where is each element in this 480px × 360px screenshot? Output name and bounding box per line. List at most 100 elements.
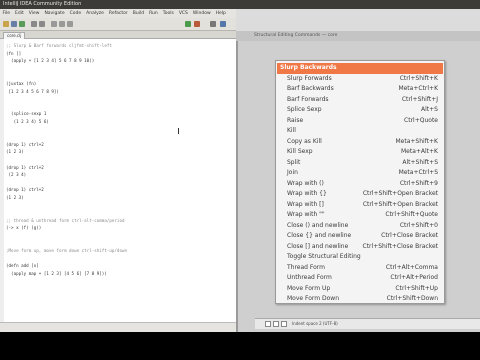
menu-item-wrap-with[interactable]: Wrap with "" Ctrl+Shift+Quote [277,210,443,221]
left-status-bar [0,322,236,332]
menu-analyze[interactable]: Analyze [86,11,104,16]
menu-item-label: Copy as Kill [287,137,322,145]
sync-icon[interactable] [19,21,25,27]
menu-item-label: Slurp Backwards [280,64,337,71]
desktop-screen: IntelliJ IDEA Community Edition File Edit… [0,0,480,332]
menu-item-label: Close () and newline [287,221,349,229]
menu-item-kill[interactable]: Kill [277,126,443,137]
menu-window[interactable]: Window [193,11,211,16]
menu-item-splice-sexp[interactable]: Splice Sexp Alt+S [277,105,443,116]
menu-item-shortcut: Ctrl+Alt+Comma [385,263,438,271]
right-window-header: Structural Editing Commands — core [236,31,480,41]
menu-item-slurp-backwards[interactable]: Slurp Backwards [277,63,443,74]
text-cursor [178,128,179,134]
layout-icon[interactable] [273,321,279,327]
menu-item-shortcut: Alt+S [421,106,438,113]
menu-item-close-and-newline[interactable]: Close [] and newline Ctrl+Shift+Close Bra… [277,242,443,253]
menu-item-label: Close [] and newline [287,242,349,250]
menu-item-close-and-newline[interactable]: Close () and newline Ctrl+Shift+0 [277,221,443,232]
menu-item-unthread-form[interactable]: Unthread Form Ctrl+Alt+Period [277,273,443,284]
panel-toggle-icon[interactable] [265,321,271,327]
window-title-bar: IntelliJ IDEA Community Edition [0,0,480,9]
paste-icon[interactable] [67,21,73,27]
menu-item-wrap-with[interactable]: Wrap with [] Ctrl+Shift+Open Bracket [277,200,443,211]
tab-label: core.clj [7,33,22,38]
menu-item-shortcut: Ctrl+Shift+0 [399,221,438,229]
menu-item-kill-sexp[interactable]: Kill Sexp Meta+Alt+K [277,147,443,158]
menu-item-wrap-with[interactable]: Wrap with () Ctrl+Shift+9 [277,179,443,190]
menu-build[interactable]: Build [133,11,144,16]
menu-vcs[interactable]: VCS [179,11,188,16]
menu-item-shortcut: Meta+Ctrl+S [398,169,438,176]
code-line: (splice-sexp 1 [6,111,47,117]
code-line: (fn [] [6,50,22,56]
menu-item-slurp-forwards[interactable]: Slurp Forwards Ctrl+Shift+K [277,74,443,85]
run-icon[interactable] [185,21,191,27]
code-line: (2 3 4) [6,172,27,178]
undo-icon[interactable] [31,21,37,27]
context-menu: Slurp Backwards Slurp Forwards Ctrl+Shift+… [275,60,445,304]
menu-edit[interactable]: Edit [15,11,24,16]
debug-icon[interactable] [194,21,200,27]
menu-item-label: Barf Backwards [287,85,334,92]
copy-icon[interactable] [59,21,65,27]
menu-item-move-form-up[interactable]: Move Form Up Ctrl+Shift+Up [277,284,443,295]
redo-icon[interactable] [39,21,45,27]
menu-view[interactable]: View [29,11,40,16]
menu-item-shortcut: Ctrl+Shift+Quote [385,211,438,218]
menu-item-label: Join [287,169,298,176]
menu-refactor[interactable]: Refactor [109,11,128,16]
menu-item-label: Move Form Down [287,295,340,302]
menu-item-label: Toggle Structural Editing [287,253,361,260]
menu-item-shortcut: Ctrl+Close Bracket [381,232,438,239]
menu-item-shortcut: Ctrl+Alt+Period [390,274,438,281]
menu-run[interactable]: Run [149,11,158,16]
menu-item-label: Wrap with {} [287,190,327,197]
menu-file[interactable]: File [3,11,11,16]
menu-tools[interactable]: Tools [163,11,174,16]
menu-item-label: Wrap with [] [287,200,324,208]
code-line: (1 2 3) [6,149,24,155]
menu-item-split[interactable]: Split Alt+Shift+S [277,158,443,169]
editor-gutter [0,39,4,322]
menu-item-shortcut: Ctrl+Shift+K [399,74,438,82]
code-line: (apply map + [1 2 3] [4 5 6] [7 8 9])) [6,271,107,276]
menu-item-label: Splice Sexp [287,106,322,113]
menu-item-shortcut: Ctrl+Shift+Open Bracket [362,200,438,208]
code-line: [1 2 3 4 5 6 7 8 9]) [6,88,59,94]
menu-item-barf-forwards[interactable]: Barf Forwards Ctrl+Shift+J [277,95,443,106]
settings-icon[interactable] [210,21,216,27]
open-icon[interactable] [3,21,9,27]
menu-item-toggle-structural-editing[interactable]: Toggle Structural Editing [277,252,443,263]
tab-core-clj[interactable]: core.clj [3,32,26,39]
menu-item-join[interactable]: Join Meta+Ctrl+S [277,168,443,179]
code-line: ;; Slurp & Barf forwards cljfmt-shift-le… [6,43,112,48]
menu-item-shortcut: Ctrl+Shift+9 [399,179,438,187]
window-title: IntelliJ IDEA Community Edition [3,1,82,7]
menu-item-move-form-down[interactable]: Move Form Down Ctrl+Shift+Down [277,294,443,305]
menu-item-shortcut: Meta+Ctrl+K [398,85,438,92]
menu-item-label: Kill Sexp [287,148,313,155]
menu-item-raise[interactable]: Raise Ctrl+Quote [277,116,443,127]
menu-navigate[interactable]: Navigate [44,11,64,16]
save-icon[interactable] [11,21,17,27]
menu-item-thread-form[interactable]: Thread Form Ctrl+Alt+Comma [277,263,443,274]
menu-item-shortcut: Meta+Alt+K [400,148,438,155]
menu-item-copy-as-kill[interactable]: Copy as Kill Meta+Shift+K [277,137,443,148]
bottom-status-bar: Indent space 2 (UTF-8) [255,318,480,329]
menu-item-wrap-with[interactable]: Wrap with {} Ctrl+Shift+Open Bracket [277,189,443,200]
split-icon[interactable] [281,321,287,327]
menu-item-barf-backwards[interactable]: Barf Backwards Meta+Ctrl+K [277,84,443,95]
code-line: (apply + [1 2 3 4] 5 6 7 8 9 10)) [6,58,95,64]
help-icon[interactable] [220,21,226,27]
code-editor[interactable]: ;; Slurp & Barf forwards cljfmt-shift-le… [0,39,236,322]
menu-item-shortcut: Ctrl+Shift+Down [386,295,438,302]
menu-help[interactable]: Help [216,11,226,16]
menu-item-close-and-newline[interactable]: Close {} and newline Ctrl+Close Bracket [277,231,443,242]
code-line: (-> x (f) (g)) [6,225,42,231]
menu-code[interactable]: Code [70,11,82,16]
cut-icon[interactable] [51,21,57,27]
right-window-title: Structural Editing Commands — core [254,33,338,38]
menu-item-label: Unthread Form [287,274,332,281]
menu-item-shortcut: Ctrl+Shift+Up [395,284,438,292]
